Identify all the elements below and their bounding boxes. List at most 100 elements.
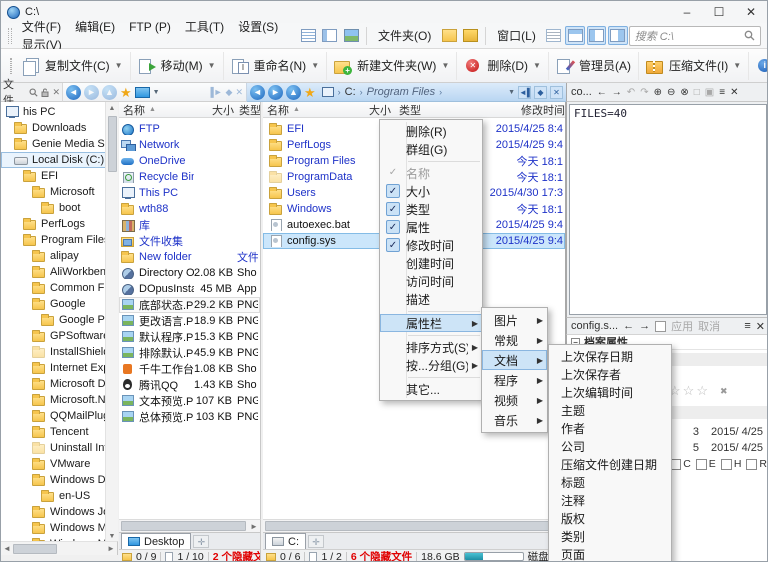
submenu-item[interactable]: 视频 ▶: [482, 390, 547, 410]
context-menu-item[interactable]: ✓ 修改时间 ▶: [380, 236, 482, 254]
chevron-down-icon[interactable]: ▼: [208, 61, 216, 70]
submenu-item[interactable]: 页面: [549, 545, 671, 562]
scrollbar-thumb[interactable]: [265, 521, 551, 531]
left-horizontal-scrollbar[interactable]: ►: [119, 519, 261, 532]
submenu-item[interactable]: 上次编辑时间: [549, 383, 671, 401]
toolbar-button[interactable]: 移动(M)▼: [131, 52, 224, 80]
chevron-down-icon[interactable]: ▼: [733, 61, 741, 70]
viewer-content[interactable]: FILES=40: [569, 104, 767, 315]
scrollbar-thumb[interactable]: [13, 544, 57, 554]
viewer-menu-icon[interactable]: ≡: [719, 87, 725, 98]
chevron-down-icon[interactable]: ▼: [115, 61, 123, 70]
menu-item[interactable]: FTP (P): [122, 17, 178, 37]
tree-item[interactable]: en-US: [1, 488, 117, 504]
submenu-item[interactable]: 图片 ▶: [482, 310, 547, 330]
scrollbar-thumb[interactable]: [108, 116, 117, 172]
submenu-item[interactable]: 上次保存日期: [549, 347, 671, 365]
column-modified[interactable]: 修改时间: [447, 102, 565, 118]
tree-item[interactable]: Local Disk (C:): [1, 152, 117, 168]
context-menu-item[interactable]: ✓ 排序方式(S) ▶: [380, 338, 482, 356]
new-tab-button[interactable]: ✛: [193, 535, 209, 548]
unlock-icon[interactable]: [41, 88, 49, 97]
tree-item[interactable]: Microsoft.N: [1, 392, 117, 408]
search-input[interactable]: 搜索 C:\: [635, 28, 744, 44]
search-icon[interactable]: [29, 88, 38, 97]
redo-icon[interactable]: ↷: [640, 87, 648, 98]
tree-item[interactable]: GPSoftware: [1, 328, 117, 344]
fit-window-icon[interactable]: □: [694, 87, 700, 98]
tree-item[interactable]: Google: [1, 296, 117, 312]
file-row[interactable]: New folder 文件: [119, 249, 260, 265]
tree-item[interactable]: Internet Exp: [1, 360, 117, 376]
submenu-item[interactable]: 注释: [549, 491, 671, 509]
file-row[interactable]: 默认程序.PNG 15.3 KB PNG: [119, 329, 260, 345]
tree-item[interactable]: Windows M: [1, 520, 117, 536]
maximize-button[interactable]: ☐: [703, 2, 735, 23]
tree-item[interactable]: Program Files: [1, 232, 117, 248]
layout-dual-button[interactable]: [565, 26, 584, 45]
pane-split-icon[interactable]: ◆: [226, 87, 233, 98]
scrollbar-thumb[interactable]: [121, 521, 246, 531]
up-icon[interactable]: ▲: [102, 85, 117, 100]
tree-item[interactable]: Microsoft: [1, 184, 117, 200]
lock-folder-button[interactable]: [461, 26, 480, 45]
view-list-button[interactable]: [299, 26, 318, 45]
file-row[interactable]: 总体预览.PNG 103 KB PNG: [119, 409, 260, 425]
scroll-down-icon[interactable]: ▼: [106, 533, 118, 540]
context-menu-item[interactable]: ✓ 按...分组(G) ▶: [380, 356, 482, 374]
attribute-checkbox-item[interactable]: R: [746, 458, 767, 470]
menu-item[interactable]: 工具(T): [178, 17, 231, 37]
submenu-item[interactable]: 上次保存者: [549, 365, 671, 383]
column-type[interactable]: 类型: [234, 102, 260, 118]
file-row[interactable]: 库: [119, 217, 260, 233]
view-thumbnails-button[interactable]: [342, 26, 361, 45]
scroll-up-icon[interactable]: ▲: [106, 102, 118, 115]
context-menu-item[interactable]: ✓ 类型 ▶: [380, 200, 482, 218]
tree-item[interactable]: QQMailPlug: [1, 408, 117, 424]
pane-close-icon[interactable]: ✕: [235, 87, 243, 98]
tree-item[interactable]: PerfLogs: [1, 216, 117, 232]
undo-icon[interactable]: ↶: [627, 87, 635, 98]
pane-split-icon[interactable]: ◆: [534, 86, 547, 99]
file-row[interactable]: 底部状态.PNG 29.2 KB PNG: [119, 297, 260, 313]
toolbar-button[interactable]: 压缩文件(I)▼: [639, 52, 749, 80]
context-menu-item[interactable]: ✓ 访问时间 ▶: [380, 272, 482, 290]
submenu-item[interactable]: 程序 ▶: [482, 370, 547, 390]
file-row[interactable]: Recycle Bin: [119, 169, 260, 185]
submenu-item[interactable]: 标题: [549, 473, 671, 491]
submenu-item[interactable]: 版权: [549, 509, 671, 527]
toolbar-button[interactable]: 重命名(N)▼: [224, 52, 328, 80]
file-row[interactable]: 文本预览.PNG 107 KB PNG: [119, 393, 260, 409]
apply-button[interactable]: 应用: [671, 318, 693, 334]
cancel-button[interactable]: 取消: [698, 318, 720, 334]
menu-item-window[interactable]: 窗口(L): [490, 24, 543, 47]
file-row[interactable]: Directory Opus 2.08 KB Sho: [119, 265, 260, 281]
file-row[interactable]: This PC: [119, 185, 260, 201]
layout-viewer-button[interactable]: [608, 26, 627, 45]
submenu-item[interactable]: 作者: [549, 419, 671, 437]
toolbar-button[interactable]: 属性(R)▼: [749, 52, 768, 80]
column-name[interactable]: 名称▲: [119, 102, 196, 118]
file-row[interactable]: DOpusInstall.exe 45 MB App: [119, 281, 260, 297]
layout-tree-button[interactable]: [587, 26, 606, 45]
context-menu-item[interactable]: ✓ 属性栏 ▶: [380, 314, 482, 332]
chevron-down-icon[interactable]: ▼: [311, 61, 319, 70]
pane-swap-icon[interactable]: ◄▌: [518, 86, 531, 99]
menu-item-folders[interactable]: 文件夹(O): [371, 24, 438, 47]
tree-horizontal-scrollbar[interactable]: ◄ ►: [1, 541, 118, 555]
pane-swap-icon[interactable]: ▐►: [207, 87, 222, 97]
tree-item[interactable]: VMware: [1, 456, 117, 472]
right-horizontal-scrollbar[interactable]: ►: [263, 519, 566, 532]
back-icon[interactable]: ◄: [250, 85, 265, 100]
scroll-right-icon[interactable]: ►: [105, 544, 117, 553]
menu-item[interactable]: 编辑(E): [68, 17, 122, 37]
close-tree-icon[interactable]: ✕: [52, 87, 60, 98]
tree-item[interactable]: Genie Media Se: [1, 136, 117, 152]
favorites-star-icon[interactable]: ★: [120, 86, 132, 99]
file-row[interactable]: 排除默认.PNG 45.9 KB PNG: [119, 345, 260, 361]
pane-close-icon[interactable]: ✕: [550, 86, 563, 99]
context-menu-item[interactable]: ✓ 群组(G) ▶: [380, 140, 482, 158]
chevron-down-icon[interactable]: ▼: [533, 61, 541, 70]
toolbar-button[interactable]: 复制文件(C)▼: [15, 52, 131, 80]
toolbar-button[interactable]: 管理员(A)▼: [549, 52, 639, 80]
